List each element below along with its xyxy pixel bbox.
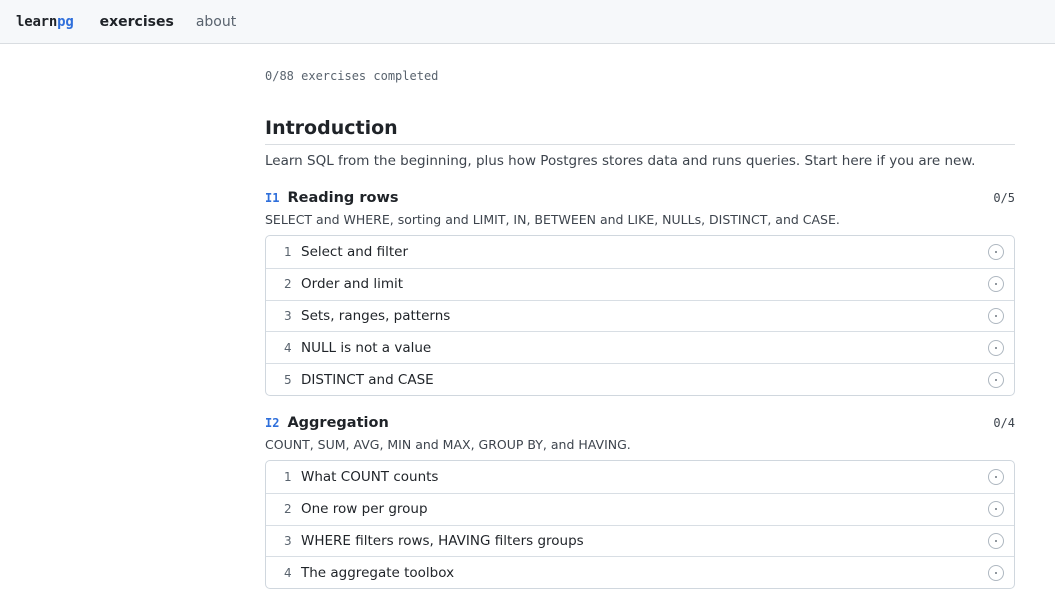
exercise-title: Select and filter bbox=[301, 243, 409, 260]
exercise-number: 1 bbox=[284, 469, 292, 484]
group-header: I1 Reading rows 0/5 bbox=[265, 190, 1015, 206]
exercise-row[interactable]: 3 Sets, ranges, patterns bbox=[266, 299, 1014, 332]
group-header: I2 Aggregation 0/4 bbox=[265, 415, 1015, 431]
exercise-row[interactable]: 5 DISTINCT and CASE bbox=[266, 363, 1014, 395]
incomplete-circle-icon bbox=[988, 307, 1004, 324]
exercise-title: The aggregate toolbox bbox=[301, 564, 455, 581]
incomplete-circle-icon bbox=[988, 339, 1004, 356]
exercise-number: 5 bbox=[284, 372, 292, 387]
exercise-row[interactable]: 2 One row per group bbox=[266, 492, 1014, 525]
exercise-number: 3 bbox=[284, 308, 292, 323]
incomplete-circle-icon bbox=[988, 501, 1004, 518]
exercise-row[interactable]: 4 The aggregate toolbox bbox=[266, 556, 1014, 588]
exercise-number: 4 bbox=[284, 340, 292, 355]
exercise-number: 2 bbox=[284, 502, 292, 517]
exercise-row[interactable]: 4 NULL is not a value bbox=[266, 331, 1014, 363]
exercise-number: 3 bbox=[284, 533, 292, 548]
exercise-title: NULL is not a value bbox=[301, 339, 432, 356]
group-code: I2 bbox=[265, 415, 280, 430]
logo-text-pg: pg bbox=[57, 13, 74, 30]
progress-summary: 0/88 exercises completed bbox=[265, 69, 439, 83]
main-content: 0/88 exercises completed Introduction Le… bbox=[265, 44, 1015, 590]
exercise-row[interactable]: 2 Order and limit bbox=[266, 267, 1014, 300]
exercise-row[interactable]: 3 WHERE filters rows, HAVING filters gro… bbox=[266, 524, 1014, 557]
exercise-title: One row per group bbox=[301, 501, 428, 518]
incomplete-circle-icon bbox=[988, 564, 1004, 581]
logo-text-learn: learn bbox=[16, 13, 58, 30]
exercise-title: Order and limit bbox=[301, 276, 404, 293]
exercise-number: 4 bbox=[284, 565, 292, 580]
exercise-list: 1 What COUNT counts 2 One row per group … bbox=[265, 459, 1015, 590]
incomplete-circle-icon bbox=[988, 243, 1004, 260]
exercise-row[interactable]: 1 What COUNT counts bbox=[266, 461, 1014, 493]
section-title: Introduction bbox=[265, 117, 1015, 145]
exercise-row[interactable]: 1 Select and filter bbox=[266, 236, 1014, 268]
group-description: SELECT and WHERE, sorting and LIMIT, IN,… bbox=[265, 212, 840, 227]
group-title: Reading rows bbox=[287, 190, 399, 206]
group-aggregation: I2 Aggregation 0/4 COUNT, SUM, AVG, MIN … bbox=[265, 415, 1015, 590]
group-code: I1 bbox=[265, 191, 280, 205]
exercise-list: 1 Select and filter 2 Order and limit 3 … bbox=[265, 235, 1015, 396]
nav-about[interactable]: about bbox=[196, 14, 236, 30]
exercise-number: 2 bbox=[284, 277, 292, 292]
nav-exercises[interactable]: exercises bbox=[100, 14, 174, 30]
group-progress-count: 0/5 bbox=[993, 191, 1015, 205]
exercise-title: What COUNT counts bbox=[301, 468, 439, 485]
exercise-number: 1 bbox=[284, 244, 292, 259]
group-reading-rows: I1 Reading rows 0/5 SELECT and WHERE, so… bbox=[265, 190, 1015, 396]
group-title: Aggregation bbox=[287, 414, 389, 431]
exercise-title: DISTINCT and CASE bbox=[301, 371, 434, 388]
logo-link[interactable]: learnpg bbox=[16, 14, 74, 30]
group-progress-count: 0/4 bbox=[993, 415, 1015, 430]
section-description: Learn SQL from the beginning, plus how P… bbox=[265, 153, 976, 169]
top-nav-bar: learnpg exercises about bbox=[0, 0, 1055, 44]
exercise-title: WHERE filters rows, HAVING filters group… bbox=[301, 532, 584, 549]
incomplete-circle-icon bbox=[988, 276, 1004, 293]
incomplete-circle-icon bbox=[988, 371, 1004, 388]
group-description: COUNT, SUM, AVG, MIN and MAX, GROUP BY, … bbox=[265, 436, 631, 452]
incomplete-circle-icon bbox=[988, 532, 1004, 549]
incomplete-circle-icon bbox=[988, 468, 1004, 485]
exercise-title: Sets, ranges, patterns bbox=[301, 307, 451, 324]
